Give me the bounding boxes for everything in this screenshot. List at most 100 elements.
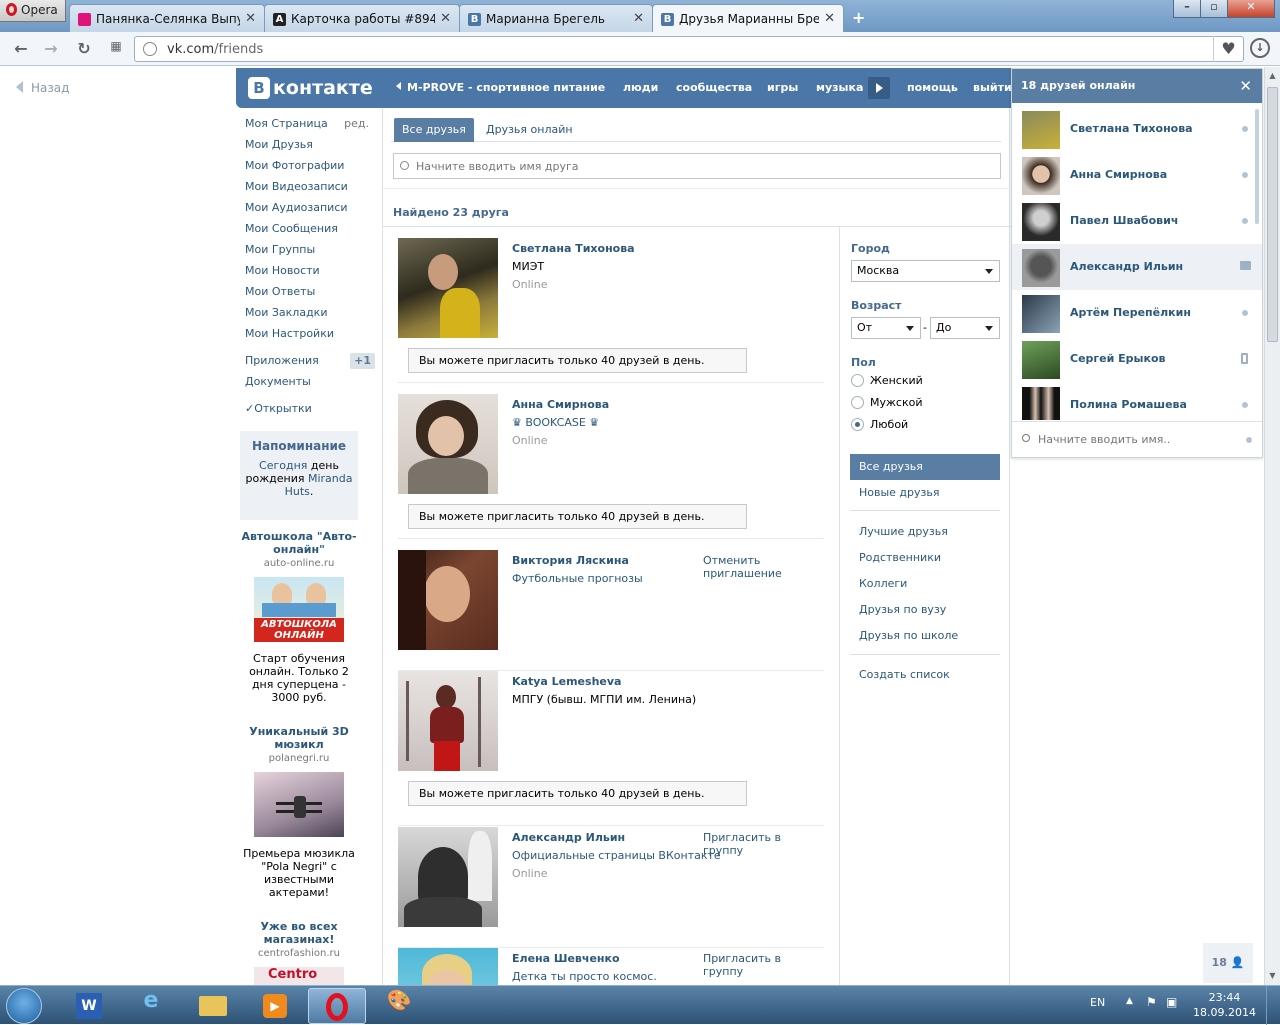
friend-subtitle[interactable]: Футбольные прогнозы bbox=[512, 572, 643, 585]
online-friend-name[interactable]: Светлана Тихонова bbox=[1070, 122, 1193, 135]
opera-menu-button[interactable]: Opera bbox=[0, 0, 66, 22]
friend-search-input[interactable]: Начните вводить имя друга bbox=[393, 153, 1001, 179]
list-best-friends[interactable]: Лучшие друзья bbox=[850, 519, 1000, 545]
url-text[interactable]: vk.com/friends bbox=[167, 42, 263, 57]
online-status-dot-icon[interactable] bbox=[1246, 437, 1252, 443]
ad-block-3[interactable]: Уже во всех магазинах! centrofashion.ru … bbox=[240, 920, 358, 985]
menu-my-groups[interactable]: Мои Группы bbox=[236, 241, 381, 262]
promo-arrow-icon[interactable] bbox=[396, 82, 401, 90]
list-colleagues[interactable]: Коллеги bbox=[850, 571, 1000, 597]
friend-subtitle[interactable]: Официальные страницы ВКонтакте bbox=[512, 849, 721, 862]
reload-icon[interactable]: ↻ bbox=[73, 39, 95, 59]
friend-avatar[interactable] bbox=[398, 550, 498, 650]
nav-games[interactable]: игры bbox=[767, 81, 798, 94]
nav-communities[interactable]: сообщества bbox=[676, 81, 752, 94]
vk-logo[interactable]: Вконтакте bbox=[248, 77, 373, 99]
menu-my-audio[interactable]: Мои Аудиозаписи bbox=[236, 199, 381, 220]
list-school-friends[interactable]: Друзья по школе bbox=[850, 623, 1000, 649]
radio-icon[interactable] bbox=[851, 396, 864, 409]
scroll-down-icon[interactable]: ▼ bbox=[1267, 969, 1278, 983]
online-panel-scrollbar[interactable] bbox=[1255, 109, 1259, 224]
start-button[interactable] bbox=[6, 988, 42, 1024]
age-from-select[interactable]: От bbox=[851, 317, 921, 339]
online-friend-name[interactable]: Сергей Ерыков bbox=[1070, 352, 1165, 365]
clock[interactable]: 23:44 18.09.2014 bbox=[1193, 990, 1256, 1020]
browser-tab-3[interactable]: В Марианна Брегель ✕ bbox=[459, 4, 653, 32]
menu-my-settings[interactable]: Мои Настройки bbox=[236, 325, 381, 346]
browser-tab-4-active[interactable]: В Друзья Марианны Брегель ✕ bbox=[652, 4, 844, 33]
reminder-today-link[interactable]: Сегодня bbox=[259, 459, 307, 472]
friend-avatar[interactable] bbox=[398, 671, 498, 771]
friend-avatar[interactable] bbox=[398, 827, 498, 927]
download-icon[interactable]: ↓ bbox=[1250, 38, 1270, 58]
file-explorer-icon[interactable] bbox=[184, 988, 242, 1024]
online-friend-name[interactable]: Артём Перепёлкин bbox=[1070, 306, 1191, 319]
menu-my-page[interactable]: Моя Страница ред. bbox=[236, 115, 381, 136]
online-friend-item[interactable]: Артём Перепёлкин bbox=[1012, 290, 1262, 336]
music-play-icon[interactable] bbox=[868, 77, 890, 99]
scrollbar-thumb[interactable] bbox=[1267, 87, 1278, 342]
tab-close-icon[interactable]: ✕ bbox=[440, 11, 451, 26]
filter-new-friends[interactable]: Новые друзья bbox=[850, 480, 1000, 506]
nav-logout[interactable]: выйти bbox=[973, 81, 1012, 94]
ad-title[interactable]: Уже во всех магазинах! bbox=[240, 920, 358, 946]
menu-apps[interactable]: Приложения +1 bbox=[236, 352, 381, 373]
browser-tab-1[interactable]: Панянка-Селянка Выпуск ✕ bbox=[69, 4, 265, 32]
create-list-link[interactable]: Создать список bbox=[850, 662, 1000, 688]
friend-subtitle[interactable]: Детка ты просто космос. bbox=[512, 970, 657, 983]
edit-link[interactable]: ред. bbox=[344, 115, 369, 133]
show-desktop-button[interactable] bbox=[1266, 986, 1280, 1025]
close-icon[interactable]: ✕ bbox=[1239, 69, 1252, 103]
invite-to-group-link[interactable]: Пригласить в группу bbox=[703, 952, 823, 978]
ad-image[interactable]: АВТОШКОЛА ОНЛАЙН bbox=[254, 577, 344, 642]
tab-close-icon[interactable]: ✕ bbox=[633, 11, 644, 26]
tab-all-friends[interactable]: Все друзья bbox=[394, 118, 474, 142]
radio-checked-icon[interactable] bbox=[851, 418, 864, 431]
site-info-icon[interactable] bbox=[143, 42, 157, 56]
flag-icon[interactable]: ⚑ bbox=[1146, 995, 1157, 1009]
tab-close-icon[interactable]: ✕ bbox=[824, 11, 835, 26]
internet-explorer-icon[interactable]: e bbox=[122, 988, 180, 1024]
friend-name[interactable]: Анна Смирнова bbox=[512, 398, 609, 411]
ad-block-1[interactable]: Автошкола "Авто-онлайн" auto-online.ru А… bbox=[240, 530, 358, 704]
tray-expand-icon[interactable]: ▲ bbox=[1126, 996, 1133, 1006]
friend-name[interactable]: Виктория Ляскина bbox=[512, 554, 629, 567]
speed-dial-icon[interactable]: ▦ bbox=[105, 39, 127, 59]
online-friend-item[interactable]: Павел Швабович bbox=[1012, 198, 1262, 244]
sex-radio-any[interactable]: Любой bbox=[851, 418, 908, 434]
radio-icon[interactable] bbox=[851, 374, 864, 387]
menu-my-news[interactable]: Мои Новости bbox=[236, 262, 381, 283]
nav-help[interactable]: помощь bbox=[907, 81, 958, 94]
paint-icon[interactable]: 🎨 bbox=[370, 988, 428, 1024]
menu-documents[interactable]: Документы bbox=[236, 373, 381, 394]
ad-title[interactable]: Автошкола "Авто-онлайн" bbox=[240, 530, 358, 556]
message-icon[interactable] bbox=[1240, 261, 1251, 270]
online-friend-item[interactable]: Светлана Тихонова bbox=[1012, 106, 1262, 152]
nav-music[interactable]: музыка bbox=[816, 81, 863, 94]
menu-my-friends[interactable]: Мои Друзья bbox=[236, 136, 381, 157]
ad-block-2[interactable]: Уникальный 3D мюзикл polanegri.ru Премье… bbox=[240, 725, 358, 899]
online-search-input[interactable]: Начните вводить имя.. bbox=[1012, 421, 1262, 457]
tab-friends-online[interactable]: Друзья онлайн bbox=[478, 118, 581, 142]
close-window-icon[interactable]: ✕ bbox=[1227, 0, 1275, 18]
ad-image[interactable] bbox=[254, 772, 344, 837]
friend-name[interactable]: Katya Lemesheva bbox=[512, 675, 621, 688]
new-tab-icon[interactable]: + bbox=[852, 8, 865, 27]
network-icon[interactable]: ▣ bbox=[1166, 995, 1177, 1009]
cancel-invitation-link[interactable]: Отменить приглашение bbox=[703, 554, 823, 580]
minimize-icon[interactable]: – bbox=[1173, 0, 1201, 18]
online-friend-item[interactable]: Сергей Ерыков bbox=[1012, 336, 1262, 382]
friend-avatar[interactable] bbox=[398, 948, 498, 985]
online-friend-item[interactable]: Александр Ильин bbox=[1012, 244, 1262, 290]
friend-name[interactable]: Александр Ильин bbox=[512, 831, 625, 844]
list-relatives[interactable]: Родственники bbox=[850, 545, 1000, 571]
online-counter-button[interactable]: 18 👤 bbox=[1203, 943, 1253, 983]
online-friend-item[interactable]: Анна Смирнова bbox=[1012, 152, 1262, 198]
online-friend-name[interactable]: Анна Смирнова bbox=[1070, 168, 1167, 181]
friend-name[interactable]: Светлана Тихонова bbox=[512, 242, 635, 255]
menu-my-messages[interactable]: Мои Сообщения bbox=[236, 220, 381, 241]
online-friend-item[interactable]: Полина Ромашева bbox=[1012, 382, 1262, 420]
nav-people[interactable]: люди bbox=[623, 81, 658, 94]
header-promo-link[interactable]: M-PROVE - спортивное питание bbox=[407, 81, 605, 94]
filter-all-friends[interactable]: Все друзья bbox=[850, 454, 1000, 480]
